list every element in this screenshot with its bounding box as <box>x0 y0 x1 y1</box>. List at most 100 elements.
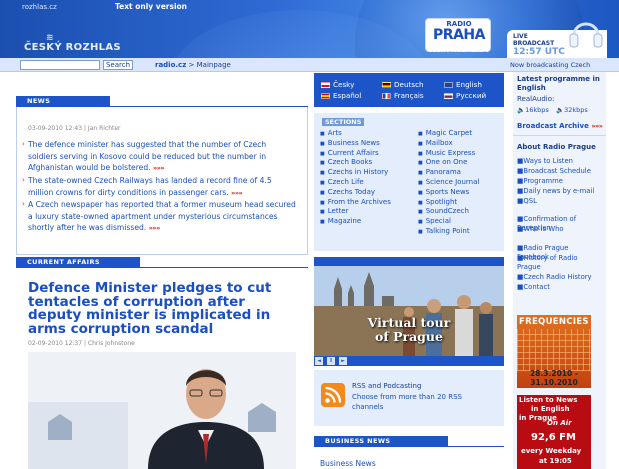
about-link[interactable]: ■Broadcast Schedule <box>517 167 601 176</box>
bullet-icon: ■ <box>418 199 423 206</box>
bullet-icon: ■ <box>320 189 325 196</box>
more-arrows-icon[interactable]: »»» <box>153 164 165 172</box>
about-link-label: Who is Who <box>523 225 564 233</box>
french-flag-icon <box>382 93 391 99</box>
broadcast-archive-link[interactable]: Broadcast Archive »»» <box>517 122 603 130</box>
prev-icon[interactable]: ◄ <box>315 357 323 365</box>
about-link[interactable]: ■Ways to Listen <box>517 157 601 166</box>
news-item[interactable]: › The state-owned Czech Railways has lan… <box>22 175 296 199</box>
about-link[interactable]: ■Who is Who <box>517 225 601 234</box>
bullet-icon: ■ <box>418 131 423 137</box>
on-air-banner[interactable]: Listen to News in English in Prague On A… <box>517 395 591 469</box>
ca-author: Chris Johnstone <box>87 340 135 347</box>
section-link[interactable]: ■ Magic Carpet <box>418 129 472 137</box>
section-link[interactable]: ■ Czechs Today <box>320 188 375 196</box>
virtual-tour-caption: Virtual tour of Prague <box>314 316 504 344</box>
lang-espanol[interactable]: Español <box>321 91 361 100</box>
lang-russian[interactable]: Русский <box>444 91 486 100</box>
bullet-icon: ■ <box>418 229 423 235</box>
breadcrumb: radio.cz > Mainpage <box>155 61 231 69</box>
spanish-flag-icon <box>321 93 330 99</box>
slideshow-controls: ◄ II ► <box>314 356 504 366</box>
rss-link[interactable]: Choose from more than 20 RSS channels <box>352 392 482 412</box>
current-affairs-headline[interactable]: Defence Minister pledges to cut tentacle… <box>28 281 298 336</box>
language-selector: Česky Español Deutsch Français English Р… <box>314 73 504 107</box>
bullet-icon: › <box>22 140 25 148</box>
section-link[interactable]: ■ Special <box>418 217 451 225</box>
current-affairs-header-line <box>16 267 308 268</box>
search-button[interactable]: Search <box>103 60 133 70</box>
section-link[interactable]: ■ Science Journal <box>418 178 479 186</box>
breadcrumb-home[interactable]: radio.cz <box>155 61 186 69</box>
section-link[interactable]: ■ SoundCzech <box>418 207 469 215</box>
virtual-tour-top-bar <box>314 257 504 266</box>
virtual-tour-banner[interactable]: Virtual tour of Prague <box>314 266 504 356</box>
section-link-label: Music Express <box>425 148 476 157</box>
ca-date: 02-09-2010 12:37 <box>28 340 83 347</box>
lang-english[interactable]: English <box>444 80 482 89</box>
kbps32-label: 32kbps <box>564 106 588 114</box>
text-only-link[interactable]: Text only version <box>115 2 187 11</box>
speaker-icon: 🔈 <box>517 106 526 114</box>
business-news-link[interactable]: Business News <box>320 459 376 468</box>
cesky-rozhlas-logo[interactable]: ≋ ČESKÝ ROZHLAS <box>24 33 121 54</box>
bullet-icon: ■ <box>320 170 325 177</box>
section-link[interactable]: ■ Magazine <box>320 217 361 225</box>
business-news-header-line <box>314 446 504 447</box>
section-link[interactable]: ■ Czech Life <box>320 178 364 186</box>
pause-icon[interactable]: II <box>327 357 335 365</box>
next-icon[interactable]: ► <box>339 357 347 365</box>
onair-line1: Listen to News <box>519 396 578 404</box>
section-link[interactable]: ■ Arts <box>320 129 342 137</box>
bullet-icon: ■ <box>320 160 325 167</box>
section-link[interactable]: ■ Current Affairs <box>320 149 379 157</box>
minister-photo[interactable] <box>28 352 296 469</box>
section-link-label: Spotlight <box>425 197 458 206</box>
section-link[interactable]: ■ Business News <box>320 139 380 147</box>
section-link[interactable]: ■ Czech Books <box>320 158 372 166</box>
section-link[interactable]: ■ From the Archives <box>320 198 391 206</box>
more-arrows-icon: »»» <box>591 122 603 130</box>
news-item[interactable]: › A Czech newspaper has reported that a … <box>22 199 296 235</box>
audio-32kbps-link[interactable]: 🔈32kbps <box>556 106 588 114</box>
radio-waves-icon: ≋ <box>46 33 54 43</box>
lang-cesky[interactable]: Česky <box>321 80 354 89</box>
audio-16kbps-link[interactable]: 🔈16kbps <box>517 106 549 114</box>
now-broadcasting-link[interactable]: Now broadcasting Czech <box>510 61 590 69</box>
more-arrows-icon[interactable]: »»» <box>149 224 161 232</box>
about-link[interactable]: ■Contact <box>517 283 601 292</box>
bullet-icon: › <box>22 200 25 208</box>
about-link[interactable]: ■Programme <box>517 177 601 186</box>
section-link[interactable]: ■ Letter <box>320 207 349 215</box>
section-link-label: Sports News <box>425 187 470 196</box>
live-label: LIVE <box>513 33 528 40</box>
rozhlas-link[interactable]: rozhlas.cz <box>22 3 57 11</box>
section-link[interactable]: ■ Mailbox <box>418 139 453 147</box>
bullet-icon: › <box>22 176 25 184</box>
news-item[interactable]: › The defence minister has suggested tha… <box>22 139 296 175</box>
section-link[interactable]: ■ Talking Point <box>418 227 470 235</box>
search-input[interactable] <box>20 60 100 70</box>
about-link[interactable]: ■Daily news by e-mail <box>517 187 601 196</box>
lang-francais[interactable]: Français <box>382 91 424 100</box>
news-date: 03-09-2010 12:43 <box>28 125 83 132</box>
lang-deutsch[interactable]: Deutsch <box>382 80 424 89</box>
section-link[interactable]: ■ One on One <box>418 158 467 166</box>
latest-programme-title: Latest programme in English <box>517 75 600 92</box>
rss-icon[interactable] <box>321 383 345 407</box>
section-link[interactable]: ■ Panorama <box>418 168 461 176</box>
frequencies-title: FREQUENCIES <box>519 317 589 327</box>
about-link[interactable]: ■History of Radio Prague <box>517 254 601 272</box>
section-link-label: Czechs in History <box>327 168 389 177</box>
more-arrows-icon[interactable]: »»» <box>231 189 243 197</box>
section-link[interactable]: ■ Czechs in History <box>320 168 388 176</box>
section-link[interactable]: ■ Music Express <box>418 149 475 157</box>
bullet-icon: ■ <box>320 209 325 216</box>
about-link[interactable]: ■QSL <box>517 197 601 206</box>
about-link-label: Contact <box>523 283 550 291</box>
news-meta: 03-09-2010 12:43 | Jan Richter <box>28 125 121 132</box>
about-link[interactable]: ■Czech Radio History <box>517 273 601 282</box>
section-link[interactable]: ■ Sports News <box>418 188 469 196</box>
frequencies-banner[interactable]: FREQUENCIES 28.3.2010 - 31.10.2010 <box>517 315 591 388</box>
section-link[interactable]: ■ Spotlight <box>418 198 457 206</box>
